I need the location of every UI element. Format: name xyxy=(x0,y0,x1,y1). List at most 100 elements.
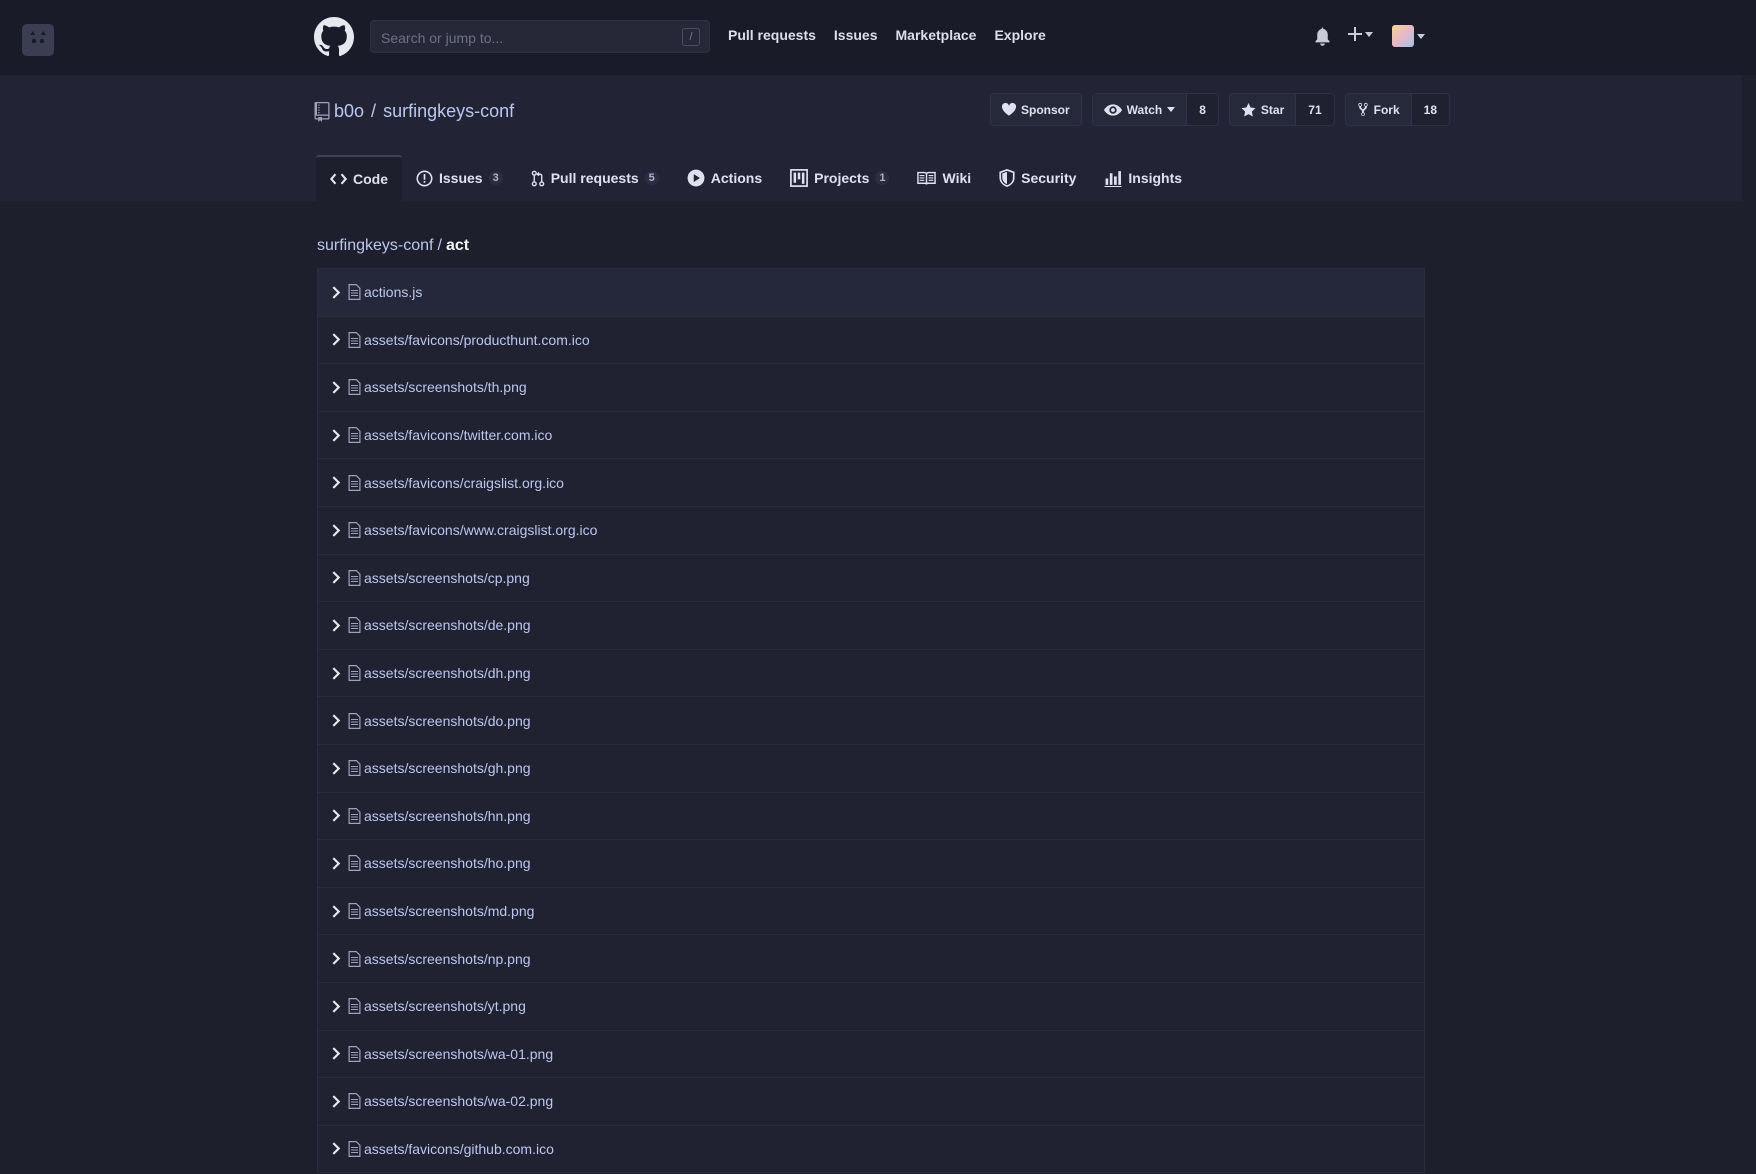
file-finder-query[interactable]: act xyxy=(446,237,469,254)
file-path[interactable]: assets/screenshots/wa-01.png xyxy=(364,1046,553,1062)
nav-explore[interactable]: Explore xyxy=(994,27,1045,43)
file-result-row[interactable]: assets/screenshots/th.png xyxy=(318,364,1424,412)
github-logo-icon[interactable] xyxy=(314,17,354,57)
file-result-row[interactable]: assets/screenshots/wa-01.png xyxy=(318,1030,1424,1079)
star-button[interactable]: Star xyxy=(1229,94,1296,125)
file-path[interactable]: assets/favicons/twitter.com.ico xyxy=(364,427,552,443)
chevron-right-icon xyxy=(331,428,345,442)
tab-insights[interactable]: Insights xyxy=(1090,155,1196,201)
breadcrumb-repo-link[interactable]: surfingkeys-conf xyxy=(317,237,434,254)
file-result-row[interactable]: assets/screenshots/md.png xyxy=(318,887,1424,936)
file-result-row[interactable]: actions.js xyxy=(318,269,1424,317)
file-path[interactable]: assets/screenshots/hn.png xyxy=(364,808,531,824)
sponsor-button[interactable]: Sponsor xyxy=(991,94,1081,125)
file-path[interactable]: assets/screenshots/cp.png xyxy=(364,570,530,586)
file-path[interactable]: assets/screenshots/de.png xyxy=(364,617,531,633)
file-result-row[interactable]: assets/favicons/github.com.ico xyxy=(318,1125,1424,1174)
tab-wiki[interactable]: Wiki xyxy=(903,155,985,201)
file-path[interactable]: actions.js xyxy=(364,284,422,300)
tab-label: Wiki xyxy=(942,170,972,186)
chevron-right-icon xyxy=(331,286,345,299)
file-result-row[interactable]: assets/screenshots/wa-02.png xyxy=(318,1078,1424,1126)
watch-button-group: Watch 8 xyxy=(1091,93,1219,126)
tab-actions[interactable]: Actions xyxy=(673,155,776,201)
chevron-down-icon xyxy=(1417,33,1425,39)
file-path[interactable]: assets/screenshots/wa-02.png xyxy=(364,1093,553,1109)
file-icon xyxy=(348,569,361,586)
star-button-group: Star 71 xyxy=(1228,93,1335,126)
file-result-row[interactable]: assets/screenshots/do.png xyxy=(318,697,1424,745)
create-new-dropdown[interactable] xyxy=(1347,26,1373,42)
chevron-down-icon xyxy=(1167,107,1176,112)
watch-label: Watch xyxy=(1126,102,1163,117)
file-result-row[interactable]: assets/screenshots/dh.png xyxy=(318,649,1424,698)
file-result-row[interactable]: assets/favicons/twitter.com.ico xyxy=(318,411,1424,460)
file-icon xyxy=(348,950,361,967)
tab-security[interactable]: Security xyxy=(985,155,1090,201)
issue-icon xyxy=(416,169,433,187)
fork-button[interactable]: Fork xyxy=(1345,94,1411,125)
watch-count[interactable]: 8 xyxy=(1186,94,1218,125)
avatar xyxy=(1392,25,1414,47)
nav-marketplace[interactable]: Marketplace xyxy=(896,27,977,43)
file-result-row[interactable]: assets/favicons/producthunt.com.ico xyxy=(318,316,1424,365)
notifications-bell-icon[interactable] xyxy=(1313,26,1332,47)
graph-icon xyxy=(1104,170,1122,187)
file-path[interactable]: assets/screenshots/ho.png xyxy=(364,855,531,871)
tab-label: Security xyxy=(1021,170,1077,186)
file-result-row[interactable]: assets/screenshots/hn.png xyxy=(318,792,1424,841)
file-result-row[interactable]: assets/screenshots/np.png xyxy=(318,935,1424,983)
file-path[interactable]: assets/screenshots/md.png xyxy=(364,903,534,919)
plus-icon xyxy=(1348,27,1362,41)
file-path[interactable]: assets/favicons/craigslist.org.ico xyxy=(364,475,564,491)
file-result-row[interactable]: assets/screenshots/de.png xyxy=(318,602,1424,650)
search-box[interactable]: / xyxy=(370,20,710,54)
repo-name-link[interactable]: surfingkeys-conf xyxy=(383,101,514,122)
file-path[interactable]: assets/screenshots/np.png xyxy=(364,951,531,967)
file-icon xyxy=(348,427,361,444)
nav-issues[interactable]: Issues xyxy=(834,27,878,43)
star-label: Star xyxy=(1260,102,1285,117)
file-icon xyxy=(348,474,361,491)
file-result-row[interactable]: assets/screenshots/cp.png xyxy=(318,554,1424,603)
tab-label: Insights xyxy=(1128,170,1183,186)
chevron-right-icon xyxy=(331,333,345,347)
chevron-right-icon xyxy=(331,1142,345,1156)
file-path[interactable]: assets/favicons/www.craigslist.org.ico xyxy=(364,522,597,538)
file-path[interactable]: assets/favicons/github.com.ico xyxy=(364,1141,554,1157)
watch-button[interactable]: Watch xyxy=(1092,94,1187,125)
repo-title: b0o / surfingkeys-conf xyxy=(314,101,514,122)
file-icon xyxy=(348,522,361,539)
search-input[interactable] xyxy=(371,21,683,54)
file-path[interactable]: assets/favicons/producthunt.com.ico xyxy=(364,332,590,348)
chevron-right-icon xyxy=(331,762,345,775)
file-icon xyxy=(348,712,361,729)
tab-code[interactable]: Code xyxy=(316,155,402,201)
file-result-row[interactable]: assets/favicons/craigslist.org.ico xyxy=(318,459,1424,507)
file-icon xyxy=(348,617,361,634)
star-count[interactable]: 71 xyxy=(1295,94,1334,125)
file-path[interactable]: assets/screenshots/gh.png xyxy=(364,760,531,776)
tab-pull-requests[interactable]: Pull requests 5 xyxy=(517,155,673,201)
file-result-row[interactable]: assets/screenshots/yt.png xyxy=(318,982,1424,1031)
tab-issues[interactable]: Issues 3 xyxy=(402,155,517,201)
file-path[interactable]: assets/screenshots/do.png xyxy=(364,713,531,729)
chevron-right-icon xyxy=(331,714,345,727)
repo-owner-link[interactable]: b0o xyxy=(334,101,364,122)
extension-icon[interactable] xyxy=(22,24,54,56)
chevron-right-icon xyxy=(331,952,345,965)
file-path[interactable]: assets/screenshots/dh.png xyxy=(364,665,531,681)
user-menu[interactable] xyxy=(1392,25,1425,47)
file-path[interactable]: assets/screenshots/yt.png xyxy=(364,998,526,1014)
file-path[interactable]: assets/screenshots/th.png xyxy=(364,379,527,395)
global-nav: Pull requests Issues Marketplace Explore xyxy=(728,27,1064,43)
file-result-row[interactable]: assets/screenshots/gh.png xyxy=(318,744,1424,793)
fork-count[interactable]: 18 xyxy=(1410,94,1449,125)
file-icon xyxy=(348,284,361,301)
chevron-right-icon xyxy=(331,1095,345,1108)
nav-pull-requests[interactable]: Pull requests xyxy=(728,27,816,43)
tab-projects[interactable]: Projects 1 xyxy=(776,155,903,201)
search-shortcut-key: / xyxy=(682,28,700,46)
file-result-row[interactable]: assets/screenshots/ho.png xyxy=(318,840,1424,888)
file-result-row[interactable]: assets/favicons/www.craigslist.org.ico xyxy=(318,506,1424,555)
